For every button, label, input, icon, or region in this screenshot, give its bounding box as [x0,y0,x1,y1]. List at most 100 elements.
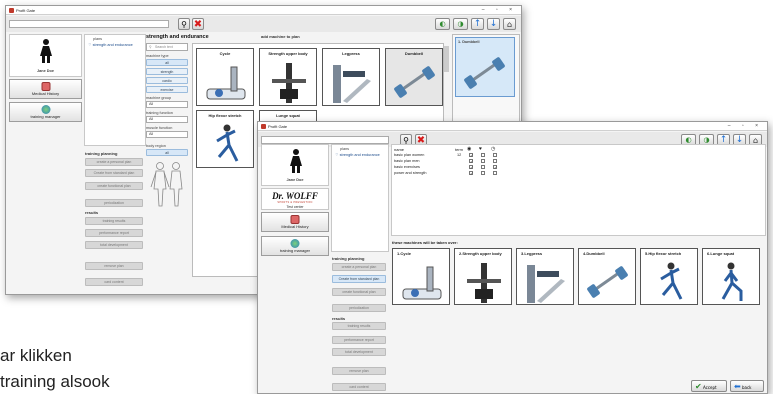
back-search-input[interactable] [9,20,169,28]
row-check-3[interactable] [493,171,497,175]
create-personal-plan-button[interactable]: create a personal plan [85,158,143,166]
create-functional-plan-button[interactable]: create functional plan [85,182,143,190]
medical-history-button[interactable]: Medical History [9,79,82,99]
training-manager-button[interactable]: training manager [261,236,329,256]
machine-type-cardio[interactable]: cardio [146,77,188,84]
training-results-button[interactable]: training results [332,322,386,330]
create-standard-plan-button[interactable]: Create from standard plan [85,169,143,177]
row-check-2[interactable] [481,153,485,157]
shield-icon: ♥ [479,146,482,152]
row-name: basic plan women [394,153,425,157]
machine-type-exercise[interactable]: exercise [146,86,188,93]
patient-name: Jane Doe [37,69,54,73]
card-content-button[interactable]: card content [85,278,143,286]
row-check-2[interactable] [481,165,485,169]
takeover-card-hip-flexor-stretch[interactable]: 5.Hip flexor stretch [640,248,698,305]
periodization-button[interactable]: periodization [332,304,386,312]
machine-group-select[interactable]: All [146,101,188,108]
training-function-select[interactable]: All [146,116,188,123]
row-check-2[interactable] [481,171,485,175]
row-check-1[interactable]: ✓ [469,159,473,164]
table-row[interactable]: basic plan men ✓ [394,159,504,164]
takeover-card-legpress[interactable]: 3.Legpress [516,248,574,305]
machine-label: 3.Legpress [521,251,543,256]
machine-type-strength[interactable]: strength [146,68,188,75]
back-toolbar: ⚲ ✖ ◐ ◑ ↑ ↓ ⌂ [6,16,521,32]
machine-card-cycle[interactable]: Cycle [196,48,254,106]
training-manager-label: training manager [279,248,311,253]
add-machine-label: add machine to plan [261,34,300,39]
plans-item[interactable]: ⌔ strength and endurance [335,153,380,158]
training-function-label: training function [146,111,173,115]
takeover-card-lunge-squat[interactable]: 6.Lunge squat [702,248,760,305]
takeover-label: these machines will be taken over: [392,240,458,245]
row-check-3[interactable] [493,159,497,163]
row-check-1[interactable]: ✓ [469,153,473,158]
machine-card-strength-upper-body[interactable]: Strength upper body [259,48,317,106]
body-region-label: body region [146,144,166,148]
front-search-input[interactable] [261,136,389,144]
table-row[interactable]: power and strength ✓ [394,171,504,176]
plans-item[interactable]: ⌔ strength and endurance [88,43,133,48]
wifi-icon: ⌔ [335,153,339,157]
row-check-1[interactable]: ✓ [469,171,473,176]
back-button[interactable]: ⬅ back [730,380,764,392]
card-content-button[interactable]: card content [332,383,386,391]
performance-report-button[interactable]: performance report [85,229,143,237]
medical-history-icon [290,215,300,224]
machine-label: Lunge squat [276,113,300,118]
training-results-button[interactable]: training results [85,217,143,225]
total-development-button[interactable]: total development [332,348,386,356]
back-window-title: Profit Gate [16,8,36,13]
machine-label: 1.Cycle [397,251,412,256]
profile-card: Jane Doe [261,144,329,186]
takeover-card-cycle[interactable]: 1.Cycle [392,248,450,305]
window-controls[interactable]: – ▫ × [728,122,763,131]
body-region-all[interactable]: all [146,149,188,156]
filter-search-input[interactable]: ⚲ Search text [146,43,188,51]
machine-label: 2.Strength upper body [459,251,502,256]
io-out-icon[interactable]: ◑ [453,18,468,30]
periodization-button[interactable]: periodization [85,199,143,207]
create-functional-plan-button[interactable]: create functional plan [332,288,386,296]
selected-card-dumbbell[interactable]: 1. Dumbbell [455,37,515,97]
hip-flexor-stretch-icon [660,262,683,300]
row-check-2[interactable] [481,159,485,163]
machine-card-hip-flexor-stretch[interactable]: Hip flexor stretch [196,110,254,168]
standard-plan-table: name term ◉ ♥ ◷ basic plan women 12 ✓ ba… [391,144,766,236]
machine-grid-scrollbar[interactable] [444,46,449,72]
row-check-1[interactable]: ✓ [469,165,473,170]
training-manager-button[interactable]: training manager [9,102,82,122]
search-icon[interactable]: ⚲ [178,18,190,30]
io-in-icon[interactable]: ◐ [435,18,450,30]
wifi-icon: ⌔ [88,43,92,47]
create-personal-plan-button[interactable]: create a personal plan [332,263,386,271]
row-check-3[interactable]: ✓ [493,165,497,170]
accept-button[interactable]: ✔ Accept [691,380,727,392]
remove-plan-button[interactable]: remove plan [85,262,143,270]
remove-plan-button[interactable]: remove plan [332,367,386,375]
takeover-card-dumbbell[interactable]: 4.Dumbbell [578,248,636,305]
window-controls[interactable]: – ▫ × [482,6,517,15]
row-check-3[interactable] [493,153,497,157]
front-window-title: Profit Gate [268,124,288,129]
performance-report-button[interactable]: performance report [332,336,386,344]
dumbbell-plate [614,265,629,281]
arrow-down-icon[interactable]: ↓ [487,18,500,30]
arrow-up-icon[interactable]: ↑ [471,18,484,30]
machine-card-legpress[interactable]: Legpress [322,48,380,106]
machine-type-label: machine type [146,54,169,58]
takeover-card-strength-upper-body[interactable]: 2.Strength upper body [454,248,512,305]
machine-card-dumbbell[interactable]: Dumbbell [385,48,443,106]
muscle-function-select[interactable]: All [146,131,188,138]
total-development-button[interactable]: total development [85,241,143,249]
create-standard-plan-button[interactable]: Create from standard plan [332,275,386,283]
table-row[interactable]: basic plan women 12 ✓ [394,153,504,158]
machine-type-all[interactable]: all [146,59,188,66]
table-row[interactable]: basic exercises ✓ ✓ [394,165,504,170]
close-icon[interactable]: ✖ [192,18,204,30]
medical-history-button[interactable]: Medical History [261,212,329,232]
home-icon[interactable]: ⌂ [503,18,516,30]
patient-name: Jane Doe [286,178,304,182]
body-diagram-icon[interactable] [149,161,185,223]
